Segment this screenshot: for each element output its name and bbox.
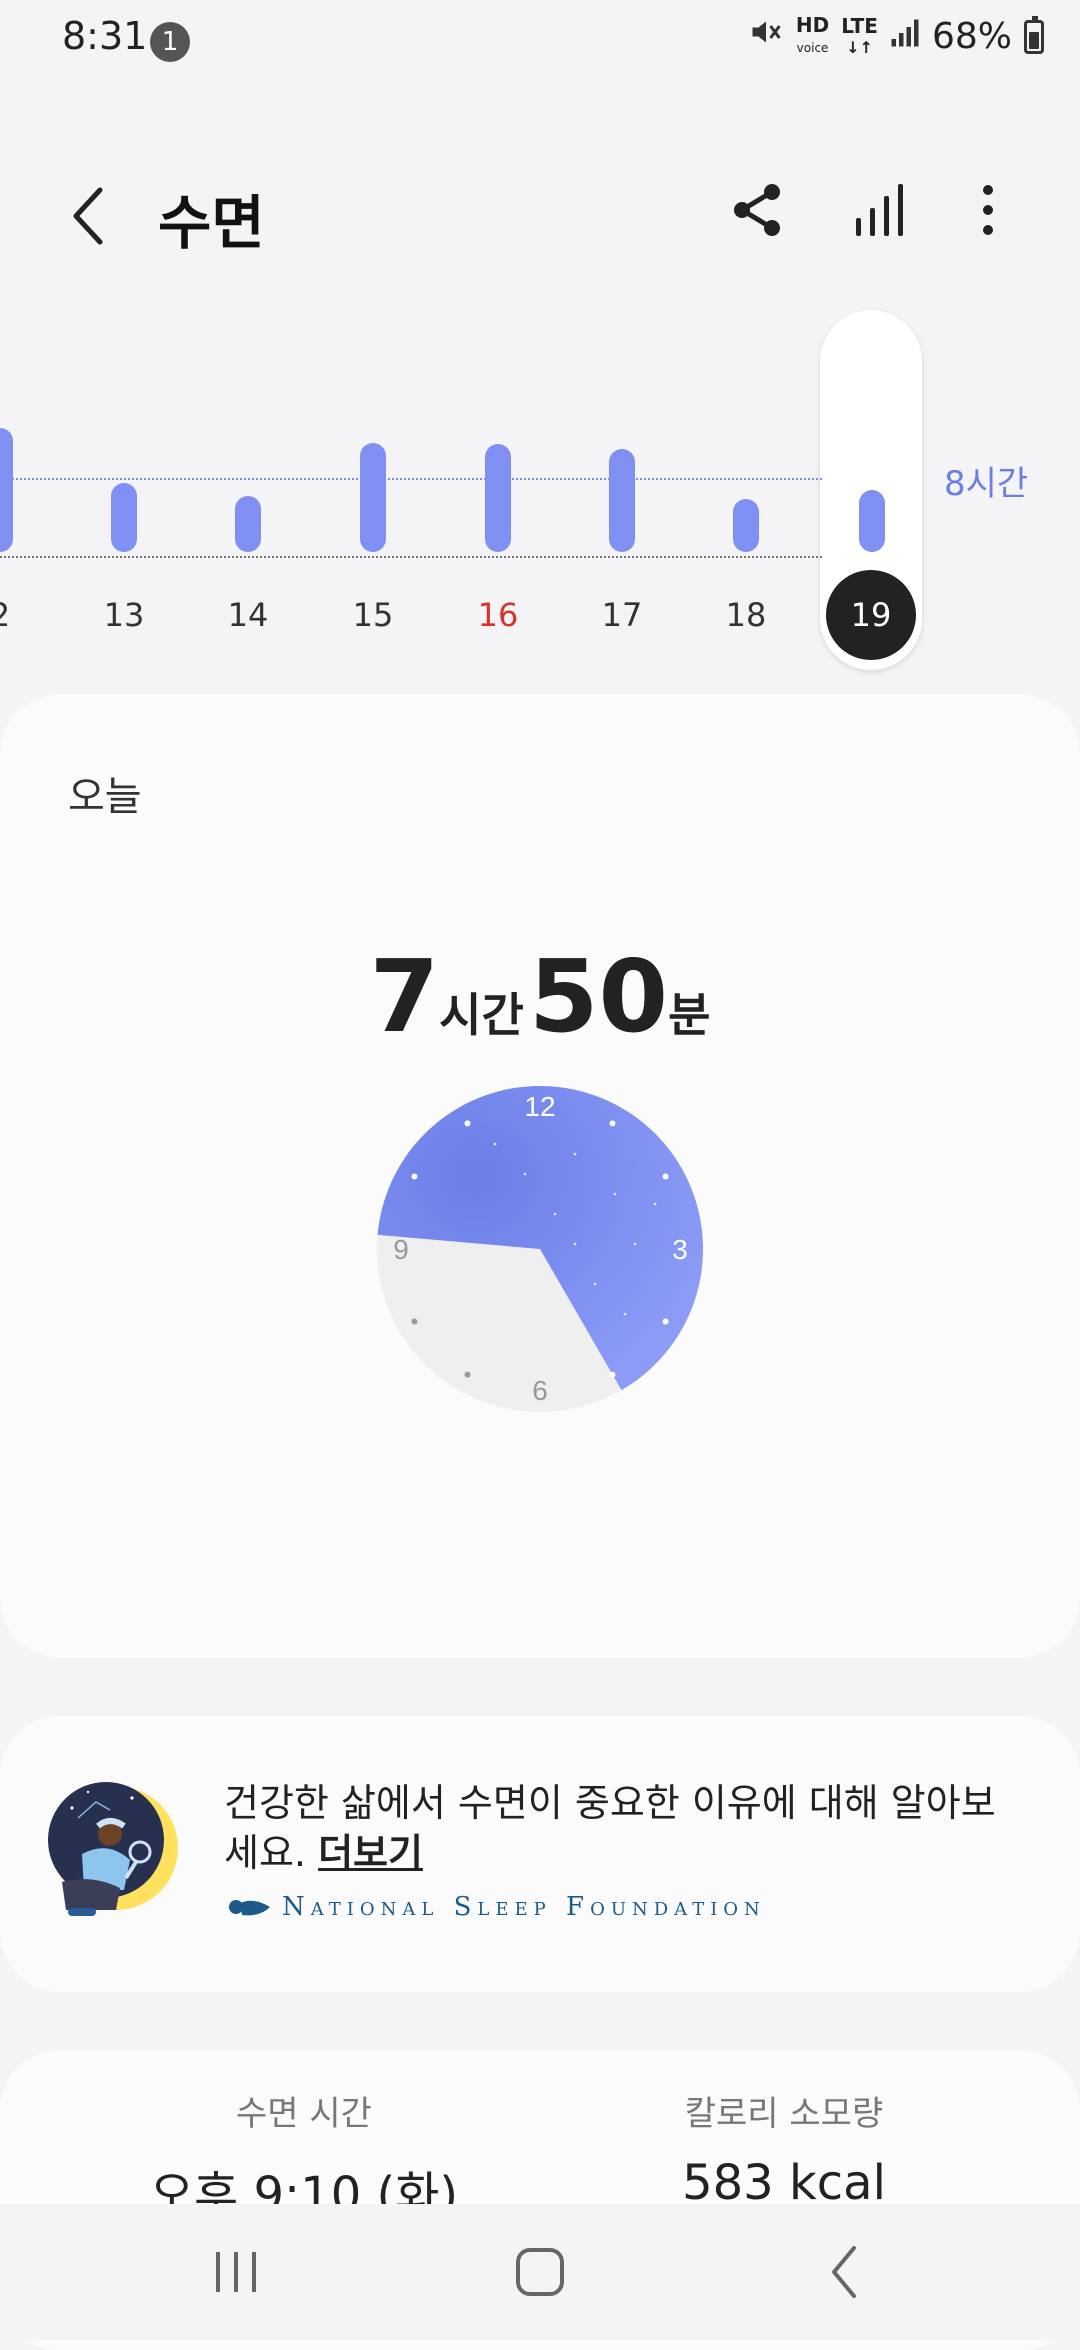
day-label-15[interactable]: 15 (333, 596, 413, 634)
calories-value: 583 kcal (682, 2155, 886, 2211)
calories-stat: 칼로리 소모량 583 kcal (514, 2086, 1054, 2211)
duration-hours-unit: 시간 (439, 988, 524, 1042)
status-icons: HD voice LTE ↓↑ 68% (748, 14, 1044, 59)
recents-icon (216, 2252, 256, 2292)
sleep-bar-17[interactable] (609, 448, 635, 552)
day-label-14[interactable]: 14 (208, 596, 288, 634)
clock-tick-8 (411, 1318, 418, 1325)
clock-tick-1 (609, 1120, 616, 1127)
page-title: 수면 (158, 189, 265, 257)
sleep-bar-19[interactable] (859, 489, 885, 552)
mute-icon (748, 14, 784, 59)
notification-badge: 1 (150, 22, 190, 62)
sleep-bar-16[interactable] (485, 444, 511, 552)
clock-tick-7 (464, 1371, 471, 1378)
clock-star (573, 1242, 577, 1246)
learn-more-link[interactable]: 더보기 (318, 1831, 423, 1875)
info-text: 건강한 삶에서 수면이 중요한 이유에 대해 알아보세요. 더보기 (224, 1778, 1024, 1878)
more-vert-icon (983, 185, 993, 235)
clock-tick-4 (662, 1318, 669, 1325)
bar-chart-icon (856, 184, 903, 236)
clock-tick-11 (464, 1120, 471, 1127)
sleep-clock: 12 3 6 9 (377, 1086, 703, 1412)
foundation-name: National Sleep Foundation (282, 1892, 766, 1922)
clock-label-9: 9 (393, 1234, 409, 1265)
sleep-time-label: 수면 시간 (236, 2094, 372, 2134)
clock-label-6: 6 (532, 1375, 548, 1406)
duration-hours: 7 (369, 938, 440, 1055)
signal-icon (890, 16, 920, 57)
day-label-selected[interactable]: 19 (826, 570, 916, 660)
duration-minutes: 50 (528, 938, 669, 1055)
nsf-logo: National Sleep Foundation (224, 1892, 766, 1922)
battery-percent: 68% (931, 16, 1012, 57)
home-icon (516, 2248, 564, 2296)
goal-line (0, 478, 822, 480)
card-title: 오늘 (68, 774, 142, 820)
day-label-17[interactable]: 17 (582, 596, 662, 634)
sleep-bar-15[interactable] (360, 442, 386, 552)
clock-star (573, 1152, 577, 1156)
clock-star (523, 1172, 527, 1176)
home-button[interactable] (500, 2242, 580, 2302)
status-time: 8:31 (62, 14, 148, 58)
status-bar: 8:31 1 HD voice LTE ↓↑ 68% (0, 0, 1080, 80)
day-label-18[interactable]: 18 (706, 596, 786, 634)
back-arrow-icon (73, 187, 103, 245)
clock-tick-2 (662, 1173, 669, 1180)
hd-voice-icon: HD voice (795, 13, 830, 55)
goal-label: 8시간 (944, 464, 1029, 504)
weekly-sleep-chart[interactable]: 8시간 2 13 14 15 16 17 18 19 (0, 300, 1080, 680)
clock-star (613, 1192, 617, 1196)
clock-star (623, 1312, 627, 1316)
lte-icon: LTE ↓↑ (841, 13, 878, 57)
duration-minutes-unit: 분 (668, 988, 711, 1042)
sleeping-person-icon (229, 1900, 270, 1916)
app-bar: 수면 (0, 160, 1080, 260)
share-icon (734, 184, 780, 236)
clock-star (653, 1202, 657, 1206)
more-options-button[interactable] (966, 180, 1010, 240)
system-back-icon (832, 2246, 856, 2298)
sleep-bar-18[interactable] (733, 498, 759, 552)
sleep-bar-2[interactable] (0, 427, 13, 552)
sleep-bar-14[interactable] (235, 495, 261, 552)
system-nav-bar (0, 2204, 1080, 2340)
day-label-2[interactable]: 2 (0, 596, 40, 634)
share-button[interactable] (728, 180, 788, 240)
clock-label-3: 3 (672, 1234, 688, 1265)
clock-tick-5 (609, 1371, 616, 1378)
back-button[interactable] (60, 180, 120, 250)
system-back-button[interactable] (804, 2242, 884, 2302)
chart-baseline (0, 556, 822, 558)
calories-label: 칼로리 소모량 (684, 2094, 884, 2134)
sleep-illustration-icon (48, 1782, 178, 1916)
clock-label-12: 12 (524, 1091, 555, 1122)
sleep-bar-13[interactable] (111, 482, 137, 552)
clock-star (593, 1282, 597, 1286)
battery-icon (1024, 15, 1044, 54)
sleep-duration: 7시간 50분 (0, 938, 1080, 1055)
clock-star (493, 1142, 497, 1146)
clock-star (633, 1242, 637, 1246)
today-card[interactable]: 오늘 7시간 50분 12 3 6 9 (0, 694, 1080, 1658)
day-label-16[interactable]: 16 (458, 596, 538, 634)
day-label-13[interactable]: 13 (84, 596, 164, 634)
clock-star (553, 1212, 557, 1216)
recents-button[interactable] (196, 2242, 276, 2302)
trends-button[interactable] (850, 180, 910, 240)
clock-tick-10 (411, 1173, 418, 1180)
sleep-info-card[interactable]: 건강한 삶에서 수면이 중요한 이유에 대해 알아보세요. 더보기 Nation… (0, 1716, 1080, 1992)
